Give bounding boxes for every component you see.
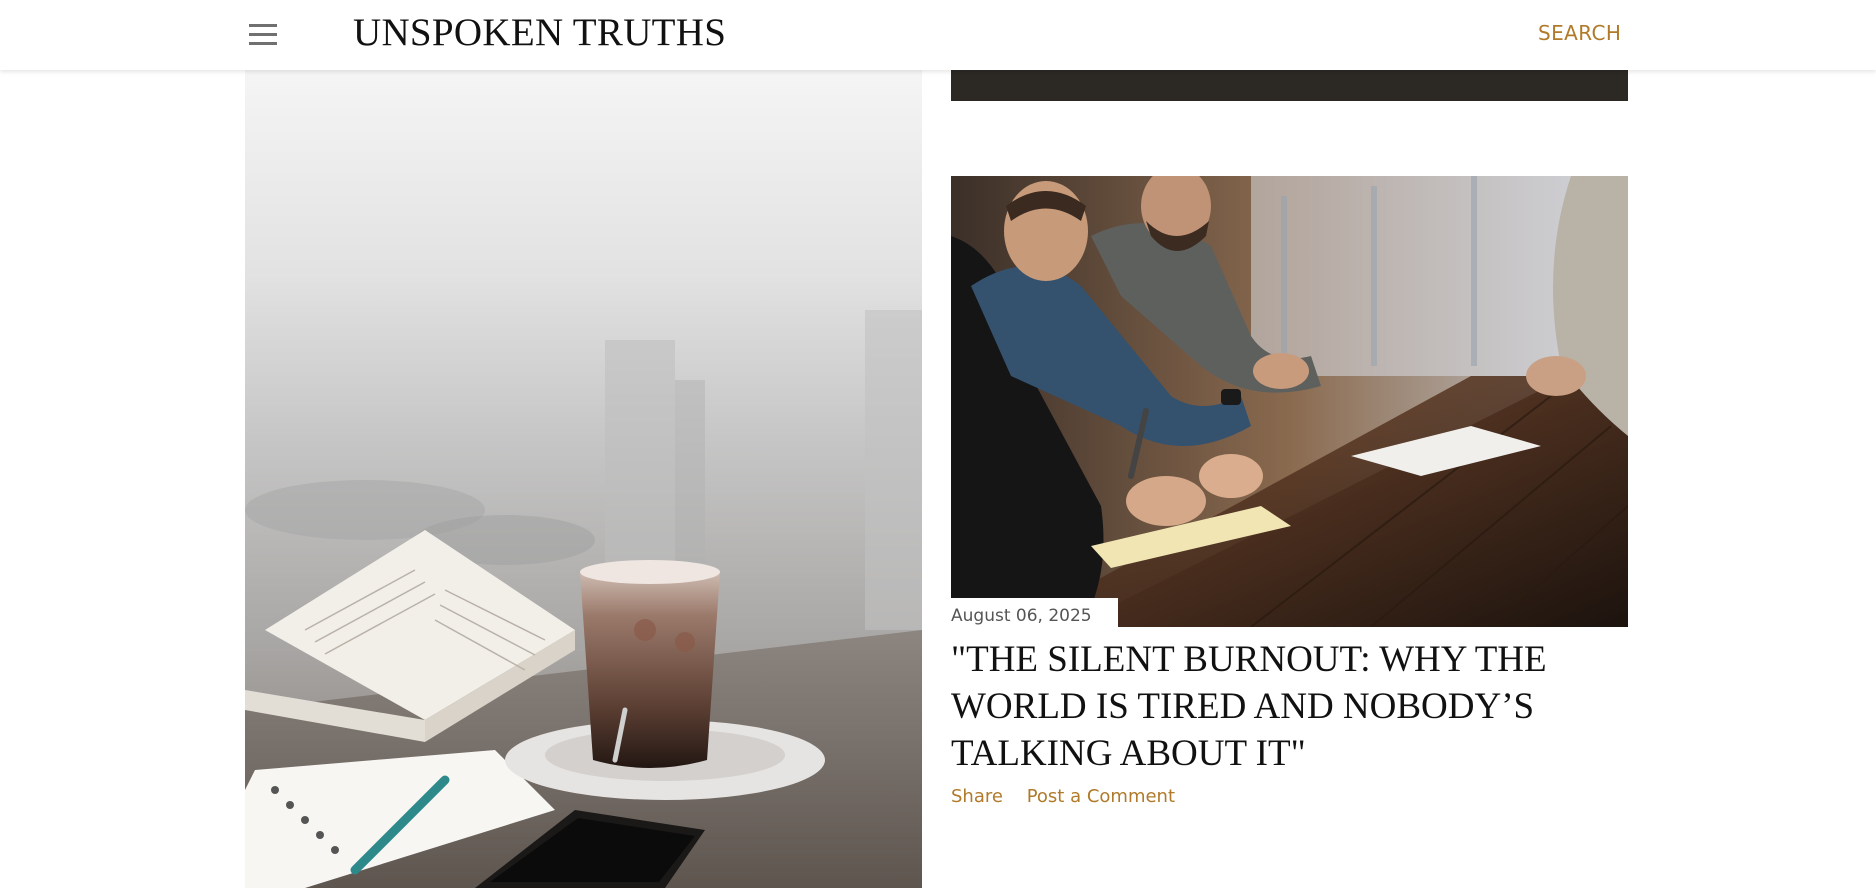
- previous-post-image-bottom[interactable]: [951, 70, 1628, 101]
- post-image-meeting[interactable]: [951, 176, 1628, 627]
- search-button[interactable]: SEARCH: [1538, 21, 1621, 45]
- post-actions: Share Post a Comment: [951, 786, 1193, 807]
- post-image-coffee[interactable]: [245, 70, 922, 888]
- post-date: August 06, 2025: [951, 598, 1118, 627]
- post-comment-link[interactable]: Post a Comment: [1027, 786, 1175, 807]
- share-button[interactable]: Share: [951, 786, 1003, 807]
- site-title[interactable]: UNSPOKEN TRUTHS: [353, 10, 726, 55]
- top-bar: UNSPOKEN TRUTHS SEARCH: [0, 0, 1876, 70]
- hamburger-menu-icon[interactable]: [246, 22, 280, 48]
- post-title[interactable]: "THE SILENT BURNOUT: WHY THE WORLD IS TI…: [951, 636, 1628, 777]
